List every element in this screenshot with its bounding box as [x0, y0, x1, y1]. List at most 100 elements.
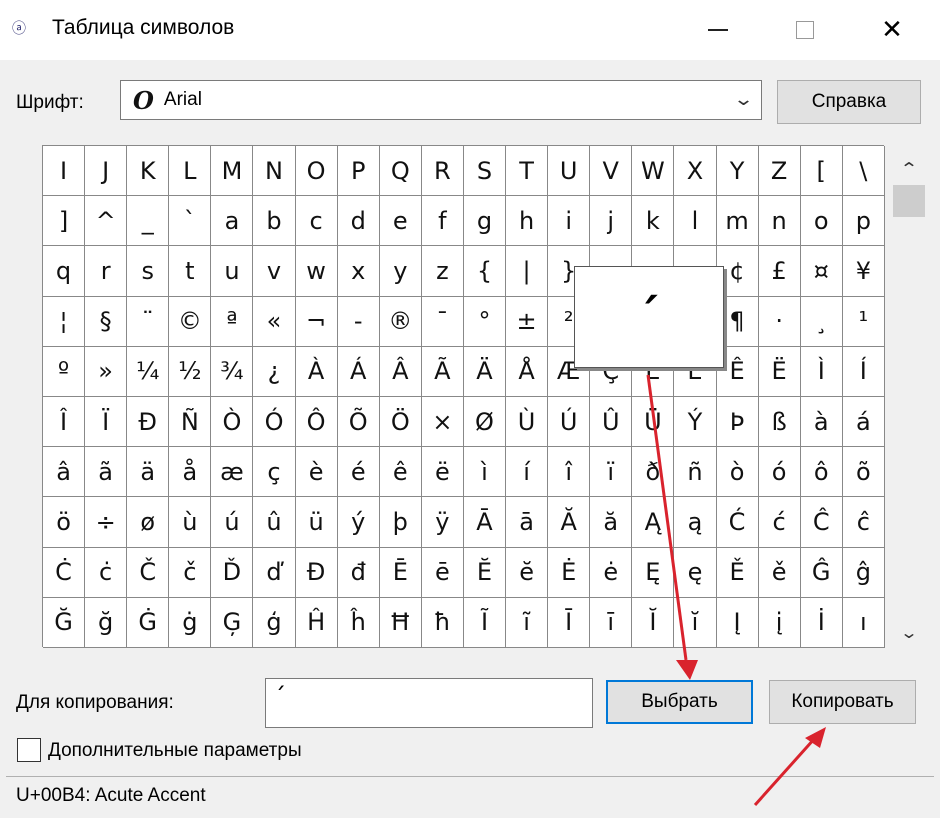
character-cell[interactable]: Ė	[548, 547, 591, 598]
character-cell[interactable]: Õ	[337, 396, 380, 448]
character-cell[interactable]: L	[169, 146, 212, 197]
character-cell[interactable]: b	[253, 196, 296, 247]
character-cell[interactable]: ď	[253, 547, 296, 598]
character-cell[interactable]: Ġ	[127, 597, 170, 648]
character-cell[interactable]: İ	[800, 597, 843, 648]
character-cell[interactable]: è	[295, 447, 338, 498]
character-cell[interactable]: ę	[674, 547, 717, 598]
character-cell[interactable]: f	[421, 196, 464, 247]
character-cell[interactable]: õ	[842, 447, 885, 498]
character-cell[interactable]: í	[506, 447, 549, 498]
character-cell[interactable]: ±	[506, 296, 549, 347]
character-cell[interactable]: Ì	[800, 346, 843, 397]
character-cell[interactable]: X	[674, 146, 717, 197]
character-cell[interactable]: U	[548, 146, 591, 197]
character-cell[interactable]: i	[548, 196, 591, 247]
character-cell[interactable]: ï	[590, 447, 633, 498]
character-cell[interactable]: -	[337, 296, 380, 347]
character-cell[interactable]: [	[800, 146, 843, 197]
character-cell[interactable]: ė	[590, 547, 633, 598]
help-button[interactable]: Справка	[777, 80, 921, 124]
character-cell[interactable]: Y	[716, 146, 759, 197]
character-cell[interactable]: »	[85, 346, 128, 397]
character-cell[interactable]: ¼	[127, 346, 170, 397]
character-cell[interactable]: Â	[379, 346, 422, 397]
character-cell[interactable]: ĉ	[842, 497, 885, 548]
character-cell[interactable]: ì	[463, 447, 507, 498]
character-cell[interactable]: ª	[211, 296, 254, 347]
character-cell[interactable]: À	[295, 346, 338, 397]
character-cell[interactable]: l	[674, 196, 717, 247]
character-cell[interactable]: I	[43, 146, 86, 197]
character-cell[interactable]: c	[295, 196, 338, 247]
character-cell[interactable]: K	[127, 146, 170, 197]
character-cell[interactable]: ñ	[674, 447, 717, 498]
character-cell[interactable]: S	[463, 146, 507, 197]
character-cell[interactable]: Đ	[295, 547, 338, 598]
character-cell[interactable]: j	[590, 196, 633, 247]
character-cell[interactable]: a	[211, 196, 254, 247]
character-cell[interactable]: z	[421, 246, 464, 297]
maximize-button[interactable]	[775, 0, 835, 60]
character-cell[interactable]: ġ	[169, 597, 212, 648]
character-cell[interactable]: Ģ	[211, 597, 254, 648]
character-cell[interactable]: Í	[842, 346, 885, 397]
character-cell[interactable]: Ĭ	[632, 597, 675, 648]
character-cell[interactable]: ã	[85, 447, 128, 498]
select-button[interactable]: Выбрать	[606, 680, 753, 724]
character-cell[interactable]: ¬	[295, 296, 338, 347]
character-cell[interactable]: s	[127, 246, 170, 297]
character-cell[interactable]: |	[506, 246, 549, 297]
character-cell[interactable]: ğ	[85, 597, 128, 648]
scroll-down-icon[interactable]: ⌄	[881, 617, 937, 647]
character-cell[interactable]: Å	[506, 346, 549, 397]
character-cell[interactable]: Ø	[463, 396, 507, 448]
character-cell[interactable]: ¹	[842, 296, 885, 347]
character-cell[interactable]: Ö	[379, 396, 422, 448]
character-cell[interactable]: Á	[337, 346, 380, 397]
character-cell[interactable]: é	[337, 447, 380, 498]
character-cell[interactable]: ē	[421, 547, 464, 598]
character-cell[interactable]: Ĩ	[463, 597, 507, 648]
character-cell[interactable]: à	[800, 396, 843, 448]
character-cell[interactable]: Ï	[85, 396, 128, 448]
character-cell[interactable]: n	[758, 196, 801, 247]
character-cell[interactable]: č	[169, 547, 212, 598]
character-cell[interactable]: ÷	[85, 497, 128, 548]
character-cell[interactable]: ā	[506, 497, 549, 548]
character-cell[interactable]: M	[211, 146, 254, 197]
character-cell[interactable]: ä	[127, 447, 170, 498]
character-cell[interactable]: ă	[590, 497, 633, 548]
character-cell[interactable]: Ü	[632, 396, 675, 448]
character-cell[interactable]: ß	[758, 396, 801, 448]
character-cell[interactable]: Ě	[716, 547, 759, 598]
character-cell[interactable]: Ð	[127, 396, 170, 448]
character-cell[interactable]: Ċ	[43, 547, 86, 598]
character-cell[interactable]: ĩ	[506, 597, 549, 648]
character-cell[interactable]: Ĥ	[295, 597, 338, 648]
character-cell[interactable]: W	[632, 146, 675, 197]
character-cell[interactable]: J	[85, 146, 128, 197]
character-cell[interactable]: ^	[85, 196, 128, 247]
character-cell[interactable]: Į	[716, 597, 759, 648]
character-cell[interactable]: ě	[758, 547, 801, 598]
character-cell[interactable]: ¥	[842, 246, 885, 297]
character-cell[interactable]: Ă	[548, 497, 591, 548]
character-cell[interactable]: m	[716, 196, 759, 247]
character-cell[interactable]: _	[127, 196, 170, 247]
character-cell[interactable]: ¸	[800, 296, 843, 347]
character-cell[interactable]: O	[295, 146, 338, 197]
scroll-thumb[interactable]	[893, 185, 925, 217]
character-cell[interactable]: {	[463, 246, 507, 297]
character-cell[interactable]: ð	[632, 447, 675, 498]
character-cell[interactable]: ú	[211, 497, 254, 548]
character-cell[interactable]: Î	[43, 396, 86, 448]
character-cell[interactable]: Ĕ	[463, 547, 507, 598]
character-cell[interactable]: N	[253, 146, 296, 197]
character-cell[interactable]: þ	[379, 497, 422, 548]
character-cell[interactable]: °	[463, 296, 507, 347]
character-cell[interactable]: æ	[211, 447, 254, 498]
character-cell[interactable]: ĭ	[674, 597, 717, 648]
character-cell[interactable]: ü	[295, 497, 338, 548]
character-cell[interactable]: ·	[758, 296, 801, 347]
